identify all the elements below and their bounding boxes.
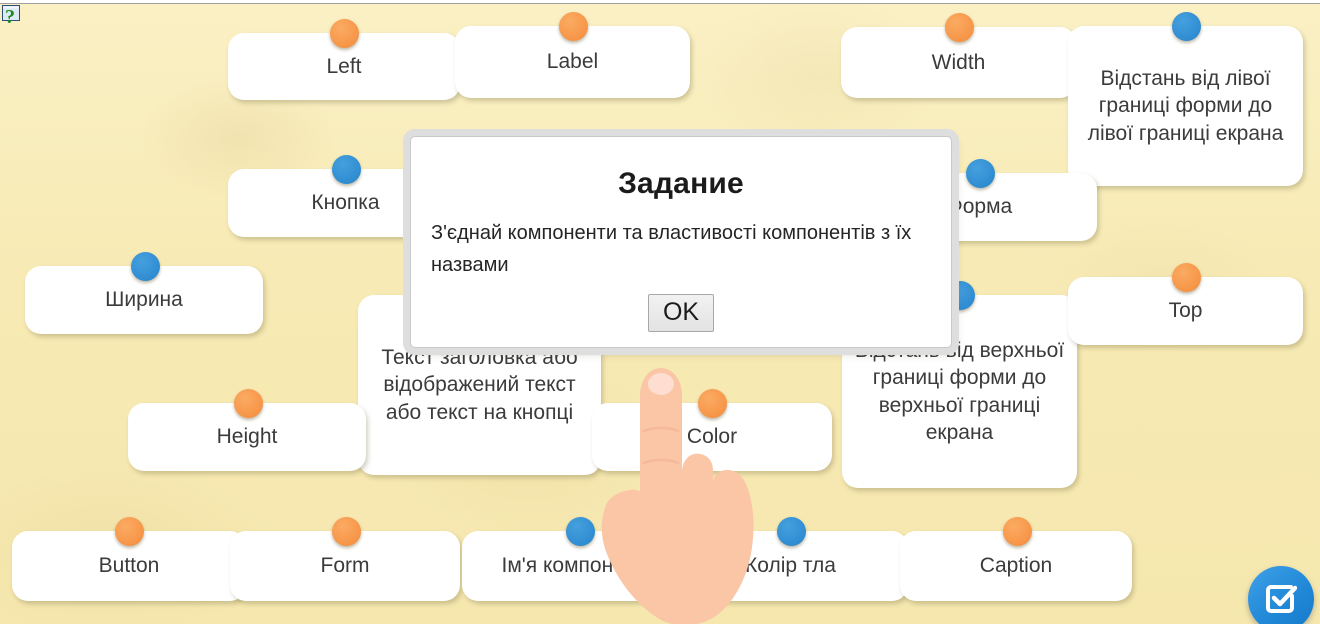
card-width[interactable]: Width: [841, 13, 1076, 98]
card-label: Height: [216, 425, 278, 449]
card-dot-blue[interactable]: [131, 252, 160, 281]
card-label: Caption: [979, 554, 1053, 578]
card-dot-blue[interactable]: [777, 517, 806, 546]
card-label: Form: [320, 554, 370, 578]
card-height[interactable]: Height: [128, 389, 366, 471]
card-dot-orange[interactable]: [330, 19, 359, 48]
dialog-ok-button[interactable]: OK: [647, 293, 715, 333]
card-label: Width: [931, 50, 986, 74]
card-button[interactable]: Button: [12, 517, 246, 601]
card-dot-orange[interactable]: [698, 389, 727, 418]
card-label: Label: [546, 50, 599, 74]
card-dot-orange[interactable]: [1172, 263, 1201, 292]
card-distance-left[interactable]: Відстань від лівої границі форми до ліво…: [1068, 12, 1303, 186]
card-label: Color: [686, 425, 738, 449]
checkbox-check-icon: [1266, 585, 1297, 613]
card-label: Ширина: [105, 288, 183, 312]
card-label: Відстань від лівої границі форми до ліво…: [1087, 67, 1284, 145]
svg-text:?: ?: [5, 6, 15, 27]
question-mark-icon[interactable]: ?: [2, 5, 24, 27]
card-dot-orange[interactable]: [234, 389, 263, 418]
card-imya-komponenta[interactable]: Ім'я компонента: [462, 517, 697, 601]
card-label: Top: [1168, 299, 1203, 323]
card-top[interactable]: Top: [1068, 263, 1303, 345]
card-dot-orange[interactable]: [945, 13, 974, 42]
dialog-message: З'єднай компоненти та властивості компон…: [431, 222, 912, 277]
card-label: Текст заголовка або відображений текст а…: [381, 346, 578, 424]
card-label: Відстань від верхньої границі форми до в…: [854, 338, 1065, 444]
card-label: Left: [326, 54, 362, 78]
card-dot-blue[interactable]: [966, 159, 995, 188]
card-dot-orange[interactable]: [1003, 517, 1032, 546]
card-label: Button: [98, 554, 160, 578]
dialog-title: Задание: [618, 167, 744, 200]
card-dot-orange[interactable]: [332, 517, 361, 546]
card-caption[interactable]: Caption: [900, 517, 1132, 601]
card-dot-orange[interactable]: [559, 12, 588, 41]
card-kolir-tla[interactable]: Колір тла: [673, 517, 908, 601]
card-form[interactable]: Form: [230, 517, 460, 601]
card-shyryna[interactable]: Ширина: [25, 252, 263, 334]
card-label: Ім'я компонента: [501, 554, 658, 578]
card-dot-blue[interactable]: [332, 155, 361, 184]
window-top-border: [0, 0, 1320, 4]
card-dot-blue[interactable]: [1172, 12, 1201, 41]
task-dialog: Задание З'єднай компоненти та властивост…: [410, 136, 952, 348]
card-left[interactable]: Left: [228, 19, 460, 100]
card-dot-blue[interactable]: [566, 517, 595, 546]
card-color[interactable]: Color: [592, 389, 832, 471]
card-dot-orange[interactable]: [115, 517, 144, 546]
card-label: Колір тла: [745, 554, 836, 578]
confirm-fab-button[interactable]: [1248, 566, 1314, 624]
card-label[interactable]: Label: [455, 12, 690, 98]
activity-canvas: ? Left Label Width Відстань від лівої гр…: [0, 0, 1320, 624]
